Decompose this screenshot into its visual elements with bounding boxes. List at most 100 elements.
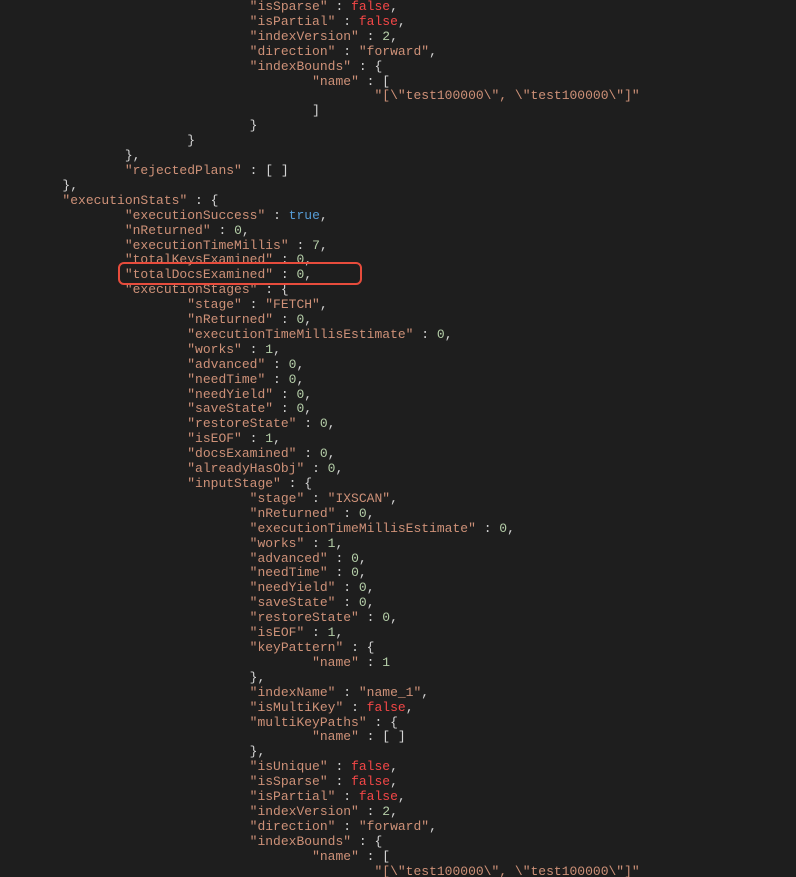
code-token: false xyxy=(351,759,390,774)
code-token: "inputStage" xyxy=(187,476,281,491)
code-token: "isUnique" xyxy=(250,759,328,774)
code-token: : xyxy=(476,521,499,536)
code-line: "totalDocsExamined" : 0, xyxy=(0,267,312,282)
code-line: "keyPattern" : { xyxy=(0,640,374,655)
code-line: }, xyxy=(0,178,78,193)
code-token: : xyxy=(273,312,296,327)
code-token: }, xyxy=(125,148,141,163)
code-token: }, xyxy=(62,178,78,193)
code-token: "executionSuccess" xyxy=(125,208,265,223)
code-token: "multiKeyPaths" xyxy=(250,715,367,730)
code-token: , xyxy=(296,357,304,372)
code-token: : xyxy=(328,565,351,580)
code-line: }, xyxy=(0,744,265,759)
code-token: "indexBounds" xyxy=(250,59,351,74)
code-line: "saveState" : 0, xyxy=(0,401,312,416)
code-token: false xyxy=(367,700,406,715)
code-token: false xyxy=(351,0,390,14)
code-token: "forward" xyxy=(359,819,429,834)
code-token: "keyPattern" xyxy=(250,640,344,655)
code-token: , xyxy=(507,521,515,536)
code-token: "works" xyxy=(250,536,305,551)
code-token: : [ ] xyxy=(359,729,406,744)
code-token: , xyxy=(367,506,375,521)
code-token: "isEOF" xyxy=(250,625,305,640)
code-token: "nReturned" xyxy=(187,312,273,327)
code-token: "isPartial" xyxy=(250,14,336,29)
code-line: "executionSuccess" : true, xyxy=(0,208,328,223)
code-token: , xyxy=(390,804,398,819)
code-token: , xyxy=(328,446,336,461)
code-line: "works" : 1, xyxy=(0,342,281,357)
code-token: }, xyxy=(250,670,266,685)
code-token: "rejectedPlans" xyxy=(125,163,242,178)
code-token: 0 xyxy=(359,595,367,610)
code-token: , xyxy=(398,789,406,804)
code-token: : xyxy=(242,342,265,357)
code-token: , xyxy=(390,774,398,789)
code-token: "name" xyxy=(312,729,359,744)
code-line: "needTime" : 0, xyxy=(0,372,304,387)
code-token: : { xyxy=(367,715,398,730)
code-token: : { xyxy=(351,59,382,74)
code-token: "executionStages" xyxy=(125,282,258,297)
code-line: "name" : [ xyxy=(0,74,390,89)
code-token: "executionTimeMillisEstimate" xyxy=(187,327,413,342)
code-token: : xyxy=(328,774,351,789)
code-token: "indexBounds" xyxy=(250,834,351,849)
code-token: } xyxy=(250,118,258,133)
code-line: "isPartial" : false, xyxy=(0,14,406,29)
code-token: , xyxy=(320,238,328,253)
code-token: : { xyxy=(343,640,374,655)
code-token: , xyxy=(296,372,304,387)
code-token: }, xyxy=(250,744,266,759)
code-token: , xyxy=(335,625,343,640)
code-line: }, xyxy=(0,148,140,163)
code-token: 1 xyxy=(265,342,273,357)
code-token: "needYield" xyxy=(250,580,336,595)
code-token: : xyxy=(242,297,265,312)
code-token: : xyxy=(335,595,358,610)
code-line: "executionTimeMillisEstimate" : 0, xyxy=(0,521,515,536)
code-token: 2 xyxy=(382,804,390,819)
code-token: : xyxy=(335,44,358,59)
code-token: : xyxy=(335,789,358,804)
code-line: "stage" : "IXSCAN", xyxy=(0,491,398,506)
code-line: "needYield" : 0, xyxy=(0,580,375,595)
code-token: : xyxy=(335,14,358,29)
code-token: : xyxy=(304,491,327,506)
code-token: "stage" xyxy=(187,297,242,312)
code-token: 0 xyxy=(382,610,390,625)
code-token: : xyxy=(304,625,327,640)
code-token: : xyxy=(335,685,358,700)
code-token: : xyxy=(359,29,382,44)
code-token: false xyxy=(359,789,398,804)
code-token: "alreadyHasObj" xyxy=(187,461,304,476)
code-token: : [ xyxy=(359,849,390,864)
code-token: , xyxy=(390,610,398,625)
code-line: "isUnique" : false, xyxy=(0,759,398,774)
code-token: "isSparse" xyxy=(250,0,328,14)
code-line: "isMultiKey" : false, xyxy=(0,700,414,715)
code-token: 0 xyxy=(320,416,328,431)
code-token: "isSparse" xyxy=(250,774,328,789)
code-token: "executionTimeMillisEstimate" xyxy=(250,521,476,536)
code-token: , xyxy=(304,252,312,267)
code-token: , xyxy=(367,595,375,610)
code-token: , xyxy=(335,461,343,476)
code-token: , xyxy=(398,14,406,29)
code-line: "indexVersion" : 2, xyxy=(0,29,398,44)
code-token: : xyxy=(265,372,288,387)
code-line: "indexBounds" : { xyxy=(0,834,382,849)
code-token: 0 xyxy=(359,506,367,521)
code-token: 0 xyxy=(359,580,367,595)
code-line: "isEOF" : 1, xyxy=(0,431,281,446)
code-token: : [ xyxy=(359,74,390,89)
code-token: "name_1" xyxy=(359,685,421,700)
code-token: : { xyxy=(257,282,288,297)
code-line: "nReturned" : 0, xyxy=(0,312,312,327)
code-line: "inputStage" : { xyxy=(0,476,312,491)
code-token: , xyxy=(406,700,414,715)
code-token: "needYield" xyxy=(187,387,273,402)
code-token: 0 xyxy=(320,446,328,461)
